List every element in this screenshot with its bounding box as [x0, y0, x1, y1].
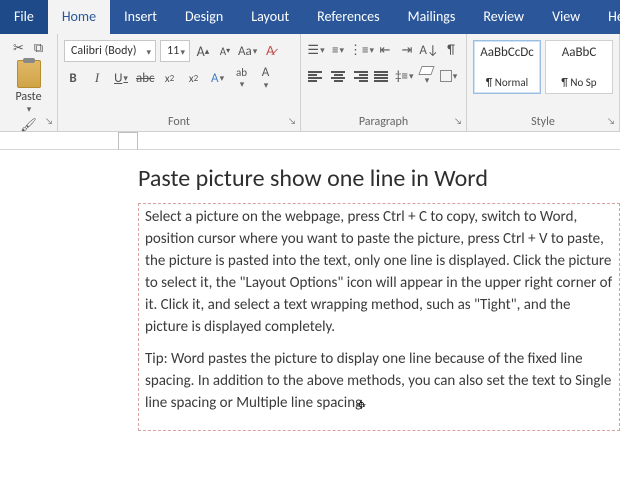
tab-review[interactable]: Review — [469, 0, 538, 34]
ribbon-tabs: File Home Insert Design Layout Reference… — [0, 0, 620, 34]
doc-title[interactable]: Paste picture show one line in Word — [138, 164, 620, 193]
group-label-styles[interactable]: Style — [473, 113, 613, 131]
font-color-button[interactable]: A▾ — [257, 68, 275, 88]
cut-icon[interactable]: ✂ — [11, 40, 27, 56]
decrease-indent-button[interactable]: ⇤ — [376, 40, 394, 60]
style-sample: AaBbC — [550, 45, 608, 60]
group-paragraph: ☰▾ ≡▾ ⋮≡▾ ⇤ ⇥ A↓ ¶ ‡≡▾ ▾ ▾ Paragraph — [301, 34, 467, 131]
bullets-button[interactable]: ☰▾ — [307, 40, 325, 60]
ruler[interactable] — [0, 132, 620, 150]
sort-button[interactable]: A↓ — [420, 40, 438, 60]
borders-button[interactable]: ▾ — [439, 66, 457, 86]
paste-icon — [17, 60, 41, 88]
group-clipboard: ✂ ⧉ Paste ▾ 🖌 Clipboard — [0, 34, 58, 131]
format-painter-icon[interactable]: 🖌 — [21, 117, 37, 133]
tab-help[interactable]: Help — [594, 0, 620, 34]
style-name: ¶ Normal — [478, 76, 536, 89]
tab-home[interactable]: Home — [48, 0, 110, 34]
group-label-paragraph[interactable]: Paragraph — [307, 113, 460, 131]
paste-label: Paste — [6, 90, 51, 104]
group-font: Calibri (Body)▾ 11▾ A▴ A▾ Aa▾ A̷ B I U▾ … — [58, 34, 301, 131]
shading-button[interactable]: ▾ — [417, 66, 435, 86]
multilevel-list-button[interactable]: ⋮≡▾ — [351, 40, 372, 60]
tab-references[interactable]: References — [303, 0, 393, 34]
ribbon: ✂ ⧉ Paste ▾ 🖌 Clipboard Calibri (Body)▾ … — [0, 34, 620, 132]
text-effects-button[interactable]: A▾ — [209, 68, 227, 88]
style-name: ¶ No Sp — [550, 76, 608, 89]
line-spacing-button[interactable]: ‡≡▾ — [395, 66, 413, 86]
underline-button[interactable]: U▾ — [112, 68, 130, 88]
strikethrough-button[interactable]: abc — [136, 68, 155, 88]
superscript-button[interactable]: x2 — [185, 68, 203, 88]
align-right-button[interactable] — [351, 66, 369, 86]
doc-paragraph-2[interactable]: Tip: Word pastes the picture to display … — [145, 348, 613, 414]
numbering-button[interactable]: ≡▾ — [329, 40, 347, 60]
italic-button[interactable]: I — [88, 68, 106, 88]
group-label-font[interactable]: Font — [64, 113, 294, 131]
tab-design[interactable]: Design — [171, 0, 237, 34]
style-sample: AaBbCcDc — [478, 45, 536, 60]
font-size-select[interactable]: 11▾ — [160, 40, 190, 62]
justify-button[interactable] — [373, 66, 391, 86]
subscript-button[interactable]: x2 — [161, 68, 179, 88]
doc-body-selection[interactable]: Select a picture on the webpage, press C… — [138, 203, 620, 431]
clear-formatting-button[interactable]: A̷ — [261, 41, 279, 61]
doc-paragraph-1[interactable]: Select a picture on the webpage, press C… — [145, 206, 613, 338]
increase-indent-button[interactable]: ⇥ — [398, 40, 416, 60]
copy-icon[interactable]: ⧉ — [31, 40, 47, 56]
change-case-button[interactable]: Aa▾ — [238, 41, 257, 61]
tab-view[interactable]: View — [538, 0, 594, 34]
grow-font-button[interactable]: A▴ — [194, 41, 212, 61]
tab-file[interactable]: File — [0, 0, 48, 34]
bold-button[interactable]: B — [64, 68, 82, 88]
paste-button[interactable]: Paste ▾ — [6, 60, 51, 115]
group-styles: AaBbCcDc ¶ Normal AaBbC ¶ No Sp Style — [467, 34, 620, 131]
shrink-font-button[interactable]: A▾ — [216, 41, 234, 61]
tab-layout[interactable]: Layout — [237, 0, 303, 34]
tab-mailings[interactable]: Mailings — [394, 0, 470, 34]
align-left-button[interactable] — [307, 66, 325, 86]
document-area[interactable]: Paste picture show one line in Word Sele… — [0, 150, 620, 500]
show-marks-button[interactable]: ¶ — [442, 40, 460, 60]
highlight-button[interactable]: ab▾ — [233, 68, 251, 88]
tab-insert[interactable]: Insert — [110, 0, 171, 34]
align-center-button[interactable] — [329, 66, 347, 86]
style-normal[interactable]: AaBbCcDc ¶ Normal — [473, 40, 541, 94]
font-name-select[interactable]: Calibri (Body)▾ — [64, 40, 156, 62]
style-no-spacing[interactable]: AaBbC ¶ No Sp — [545, 40, 613, 94]
